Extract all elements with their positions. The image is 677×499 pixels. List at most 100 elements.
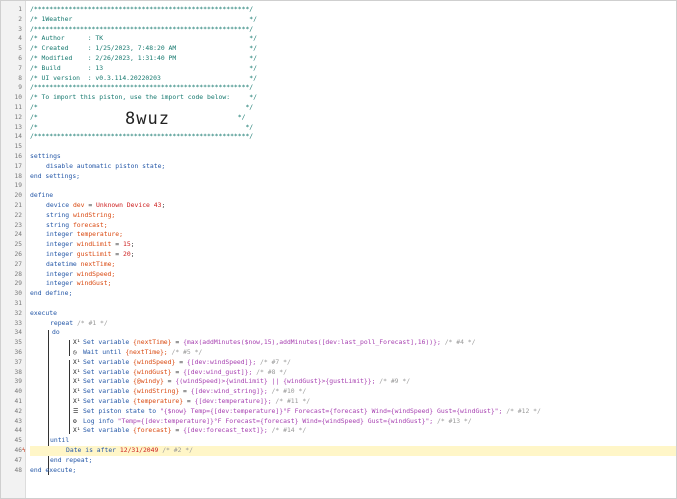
statement-target: "Temp={[dev:temperature]}°F Forecast={fo… [117,416,434,425]
condition-operator: is after [81,446,120,454]
variable-name: temperature; [76,230,123,239]
import-hint: /* To import this piston, use the import… [30,93,258,102]
statement-target: {windString} [133,387,180,396]
line-number: 16 [14,153,22,160]
ui-version-line: /* UI version : v0.3.114.20220203 */ [30,73,258,82]
line-number: 40 [14,388,22,396]
statement-id: /* #13 */ [433,416,472,425]
statement-action: Set variable [83,377,134,386]
statement-action: Set piston state to [83,406,160,415]
line-number: 4 [18,35,22,43]
code-line: /***************************************… [30,83,676,93]
code-line: settings [30,152,676,162]
condition-line[interactable]: Date is after 12/31/2049 /* #2 */ [30,446,676,456]
line-number: 13 [14,123,22,131]
statement-expression: {[dev:windSpeed]}; [186,357,257,366]
variable-declaration[interactable]: string forecast; [30,221,676,231]
statement-line[interactable]: Set variable {nextTime} = {max(addMinute… [30,338,676,348]
variable-declaration[interactable]: integer gustLimit = 20; [30,250,676,260]
piston-code-view: 1 2 3 4 5 6 7 8 9 10 11 12 13 14 15 16 17 18 19 20 21 22 23 24 2… [0,0,677,499]
modified-line: /* Modified : 2/26/2023, 1:31:40 PM */ [30,54,258,62]
statement-line[interactable]: Set variable {forecast} = {[dev:forecast… [30,426,676,436]
statement-line[interactable]: Set piston state to "{$now} Temp={[dev:t… [30,407,676,417]
statement-target: {nextTime} [133,338,172,347]
line-number: 39 [14,378,22,386]
code-line: end settings; [30,172,676,182]
statement-line[interactable]: Set variable {@windy} = {(windSpeed)>{wi… [30,377,676,387]
line-number: 5 [18,45,22,53]
end-repeat-keyword: end repeat; [50,455,93,464]
repeat-block[interactable]: repeat /* #1 */ [30,319,676,329]
author-line: /* Author : TK */ [30,34,258,43]
execute-end: end execute; [30,465,77,474]
statement-expression: {[dev:wind_string]}; [190,387,268,396]
statement-line[interactable]: Wait until {nextTime}; /* #5 */ [30,348,676,358]
code-line: /***************************************… [30,5,676,15]
statement-action: Set variable [83,338,134,347]
line-number: 18 [14,172,22,180]
line-number: 9 [18,84,22,92]
line-number: 28 [14,270,22,278]
code-line: /***************************************… [30,25,676,35]
code-line: end define; [30,289,676,299]
do-keyword: do [52,328,60,337]
variable-type: integer [46,230,77,239]
statement-target: {temperature} [133,397,184,405]
execute-keyword: execute [30,308,57,317]
statement-target: {@windy} [133,377,164,386]
statement-id: /* #4 */ [440,338,476,347]
statement-line[interactable]: Log info "Temp={[dev:temperature]}°F For… [30,417,676,427]
statement-target: "{$now} Temp={[dev:temperature]}°F Forec… [159,406,503,415]
code-token: = [171,338,184,347]
variable-type: integer [46,250,77,258]
statement-id: /* #7 */ [256,357,291,366]
line-number: 34 [14,329,22,337]
line-number: 11 [14,104,22,111]
statement-id: /* #2 */ [158,446,193,454]
statement-line[interactable]: Set variable {windGust} = {[dev:wind_gus… [30,368,676,378]
line-number: 10 [14,94,22,102]
variable-type: datetime [46,259,81,268]
statement-action: Wait until [83,348,126,356]
line-number: 22 [14,211,22,219]
define-keyword: define [30,191,54,200]
line-number: 20 [14,192,22,200]
comment-border: /***************************************… [30,5,254,13]
line-number: 43 [14,417,22,425]
statement-action: Set variable [83,387,134,396]
code-line: end execute; [30,466,676,476]
code-token: = [179,387,191,396]
variable-declaration[interactable]: integer windLimit = 15; [30,240,676,250]
statement-id: /* #14 */ [267,426,307,435]
variable-type: integer [46,269,77,278]
variable-declaration[interactable]: integer windGust; [30,279,676,289]
code-token: = [171,426,184,435]
code-token: = [183,397,195,405]
created-line: /* Created : 1/25/2023, 7:48:20 AM */ [30,44,258,53]
variable-declaration[interactable]: integer windSpeed; [30,270,676,280]
statement-action: Set variable [83,397,134,405]
statement-line[interactable]: Set variable {windString} = {[dev:wind_s… [30,387,676,397]
code-token: ; [130,240,135,249]
settings-keyword: settings [30,152,61,160]
line-number: 12 [14,113,22,121]
code-token: = [111,250,123,258]
settings-end: end settings; [30,171,81,180]
variable-declaration[interactable]: integer temperature; [30,230,676,240]
line-number: 33 [14,319,22,327]
variable-declaration[interactable]: string windString; [30,211,676,221]
variable-declaration[interactable]: device dev = Unknown Device 43; [30,201,676,211]
comment-border: /***************************************… [30,24,254,33]
line-number: 6 [18,55,22,62]
statement-expression: {[dev:forecast_text]}; [183,426,268,435]
code-line: /* Created : 1/25/2023, 7:48:20 AM */ [30,44,676,54]
condition-flag-icon: ϟ [22,447,26,454]
statement-id: /* #8 */ [252,367,287,376]
code-token: ; [130,250,135,258]
statement-line[interactable]: Set variable {windSpeed} = {[dev:windSpe… [30,358,676,368]
variable-declaration[interactable]: datetime nextTime; [30,260,676,270]
line-number: 25 [14,241,22,249]
statement-line[interactable]: Set variable {temperature} = {[dev:tempe… [30,397,676,407]
line-number: 45 [14,437,22,445]
code-line: /* Author : TK */ [30,34,676,44]
